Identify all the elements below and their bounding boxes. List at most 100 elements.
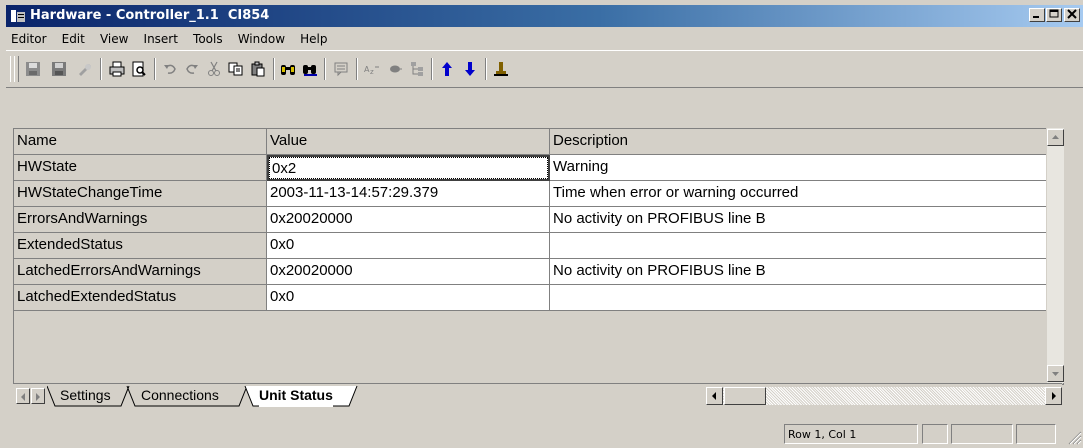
close-button[interactable] [1064,8,1080,22]
menu-tools[interactable]: Tools [188,28,228,46]
cell-value[interactable]: 2003-11-13-14:57:29.379 [267,181,550,207]
save-all-button[interactable] [50,60,68,78]
print-preview-button[interactable] [130,60,148,78]
app-icon [11,10,25,22]
toolbar-separator [100,58,102,80]
save-all-icon [52,62,66,76]
approve-button[interactable] [76,60,94,78]
undo-button[interactable] [161,60,179,78]
cell-description[interactable]: Warning [550,155,1063,181]
print-button[interactable] [108,60,126,78]
bullet-button[interactable] [386,60,404,78]
status-panel [1016,424,1056,444]
header-description[interactable]: Description [550,129,1063,155]
approve-icon [79,64,91,76]
resize-grip-icon[interactable] [1066,429,1082,445]
vertical-scrollbar[interactable] [1046,128,1064,383]
cell-name[interactable]: LatchedExtendedStatus [14,285,267,311]
cell-name[interactable]: ErrorsAndWarnings [14,207,267,233]
stamp-button[interactable] [492,60,510,78]
move-down-icon [465,62,475,76]
header-name[interactable]: Name [14,129,267,155]
minimize-icon [1033,16,1039,18]
tab-unit-status[interactable]: Unit Status [259,386,333,407]
scroll-right-button[interactable] [1045,387,1062,405]
move-up-button[interactable] [438,60,456,78]
cell-description[interactable]: Time when error or warning occurred [550,181,1063,207]
cell-description[interactable]: No activity on PROFIBUS line B [550,207,1063,233]
arrow-left-icon [21,393,25,401]
cell-value[interactable]: 0x0 [267,285,550,311]
copy-icon [228,62,243,76]
save-button[interactable] [24,60,42,78]
find-replace-button[interactable] [301,60,319,78]
bullet-icon [390,65,402,73]
menu-help[interactable]: Help [295,28,332,46]
maximize-icon [1049,9,1059,18]
unit-status-table: Name Value Description HWState 0x2 Warni… [13,128,1064,385]
minimize-button[interactable] [1029,8,1045,22]
menu-edit[interactable]: Edit [57,28,90,46]
find-button[interactable] [279,60,297,78]
menu-window[interactable]: Window [233,28,290,46]
cell-value[interactable]: 0x0 [267,233,550,259]
undo-icon [164,64,176,74]
scroll-down-button[interactable] [1047,365,1064,382]
cell-description[interactable] [550,285,1063,311]
rename-button[interactable]: Az [363,60,381,78]
cell-name[interactable]: HWStateChangeTime [14,181,267,207]
sheet-tab-strip: Settings Connections Unit Status [13,383,1062,408]
comment-button[interactable] [332,60,350,78]
find-replace-icon [303,65,317,76]
menu-insert[interactable]: Insert [139,28,183,46]
menu-editor[interactable]: Editor [6,28,52,46]
cell-name[interactable]: LatchedErrorsAndWarnings [14,259,267,285]
move-up-icon [442,62,452,76]
arrow-left-icon [712,392,716,400]
stamp-icon [494,62,508,76]
cut-button[interactable] [205,60,223,78]
comment-icon [334,62,348,77]
cell-description[interactable]: No activity on PROFIBUS line B [550,259,1063,285]
toolbar-separator [273,58,275,80]
tree-icon [411,62,423,76]
cell-value[interactable]: 0x2 [267,155,550,181]
header-value[interactable]: Value [267,129,550,155]
status-panel [922,424,948,444]
scroll-left-button[interactable] [706,387,723,405]
copy-button[interactable] [227,60,245,78]
arrow-up-icon [1052,135,1059,139]
horizontal-scrollbar[interactable] [706,387,1062,405]
toolbar-separator [324,58,326,80]
toolbar: Az [6,50,1083,88]
rename-icon: Az [364,65,379,76]
tab-connections[interactable]: Connections [141,386,219,407]
maximize-button[interactable] [1046,8,1062,22]
horizontal-scroll-thumb[interactable] [724,387,766,405]
redo-button[interactable] [183,60,201,78]
move-down-button[interactable] [461,60,479,78]
cell-name[interactable]: ExtendedStatus [14,233,267,259]
tab-settings[interactable]: Settings [60,386,111,407]
cell-name[interactable]: HWState [14,155,267,181]
toolbar-separator [485,58,487,80]
cell-value[interactable]: 0x20020000 [267,207,550,233]
title-bar[interactable]: Hardware - Controller_1.1 CI854 [6,5,1083,27]
scroll-up-button[interactable] [1047,129,1064,146]
cell-value[interactable]: 0x20020000 [267,259,550,285]
redo-icon [186,64,198,74]
menu-view[interactable]: View [95,28,133,46]
status-bar: Row 1, Col 1 [6,421,1083,448]
arrow-down-icon [1052,372,1059,376]
tab-scroll-right-button[interactable] [31,388,45,404]
cell-description[interactable] [550,233,1063,259]
print-preview-icon [132,61,146,77]
cut-icon [208,61,220,76]
paste-button[interactable] [249,60,267,78]
find-icon [281,65,295,75]
toolbar-separator [431,58,433,80]
tree-button[interactable] [408,60,426,78]
tab-scroll-left-button[interactable] [16,388,30,404]
toolbar-grip-2[interactable] [14,56,19,82]
close-icon [1067,9,1077,19]
